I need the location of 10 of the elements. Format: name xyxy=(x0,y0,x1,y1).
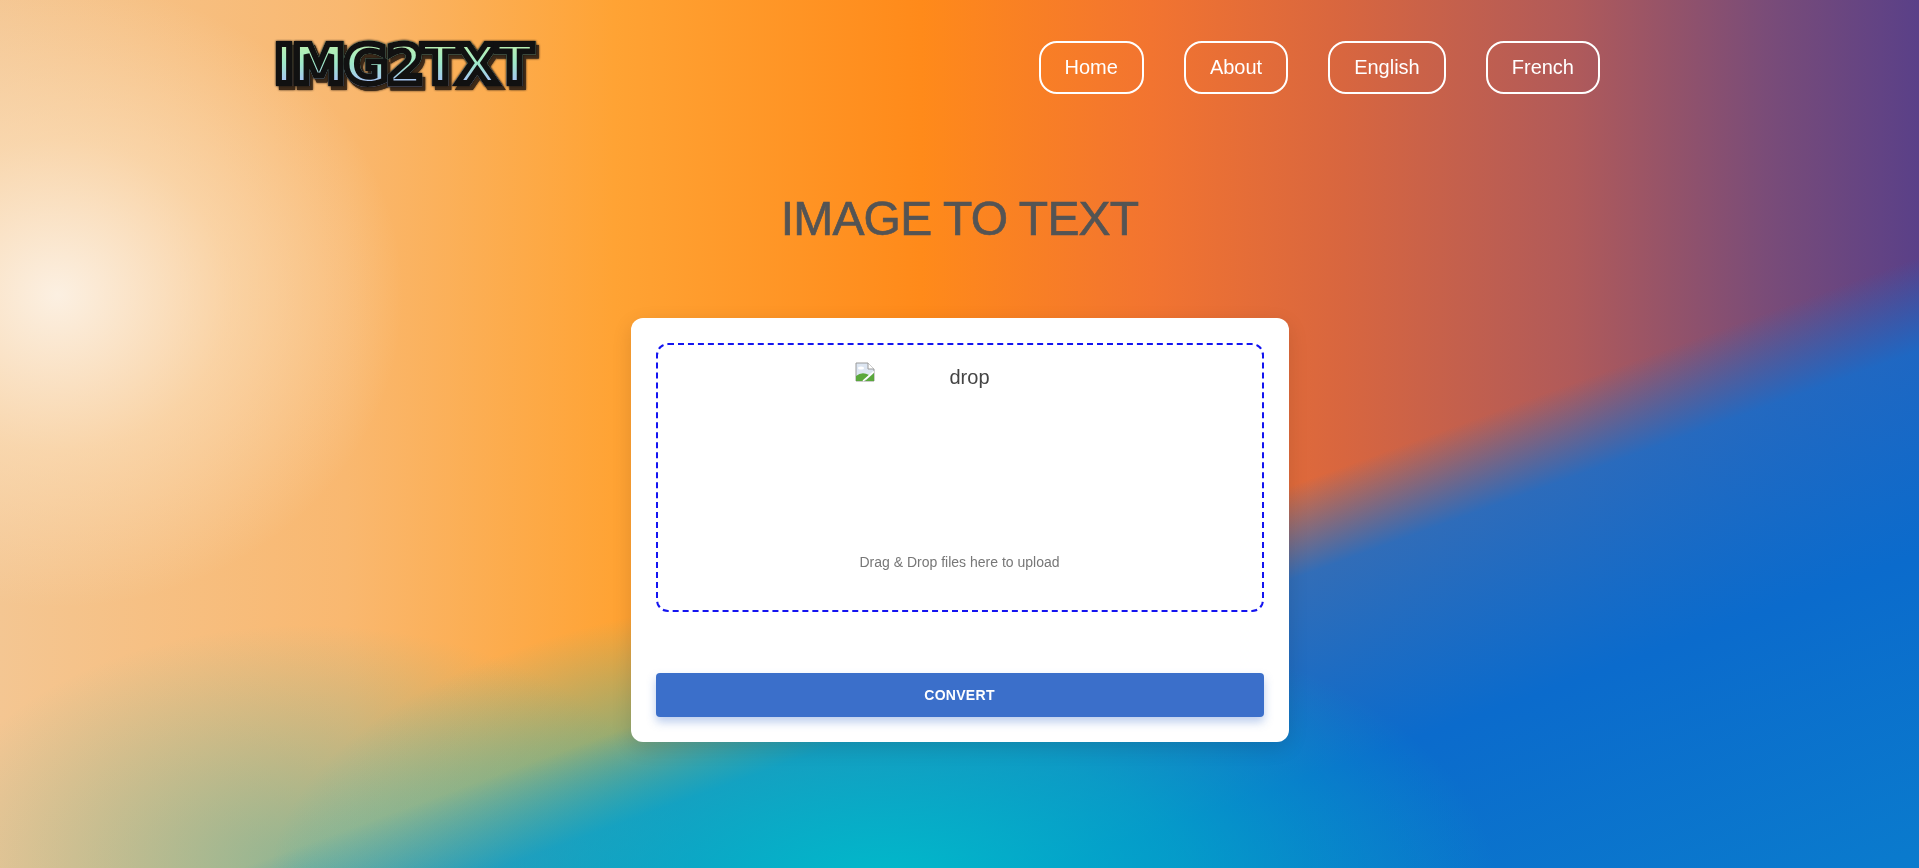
nav-button[interactable]: Home xyxy=(1038,41,1144,94)
nav-button[interactable]: French xyxy=(1485,41,1600,94)
nav-button[interactable]: About xyxy=(1183,41,1289,94)
nav-button[interactable]: English xyxy=(1328,41,1446,94)
image-alt-text: drop xyxy=(948,365,991,390)
convert-button[interactable]: CONVERT xyxy=(655,673,1264,717)
page-title: IMAGE TO TEXT xyxy=(780,191,1139,247)
drop-zone[interactable]: drop Drag & Drop files here to upload xyxy=(655,343,1264,612)
broken-image-icon xyxy=(854,362,875,382)
upload-hint: Drag & Drop files here to upload xyxy=(859,553,1060,572)
